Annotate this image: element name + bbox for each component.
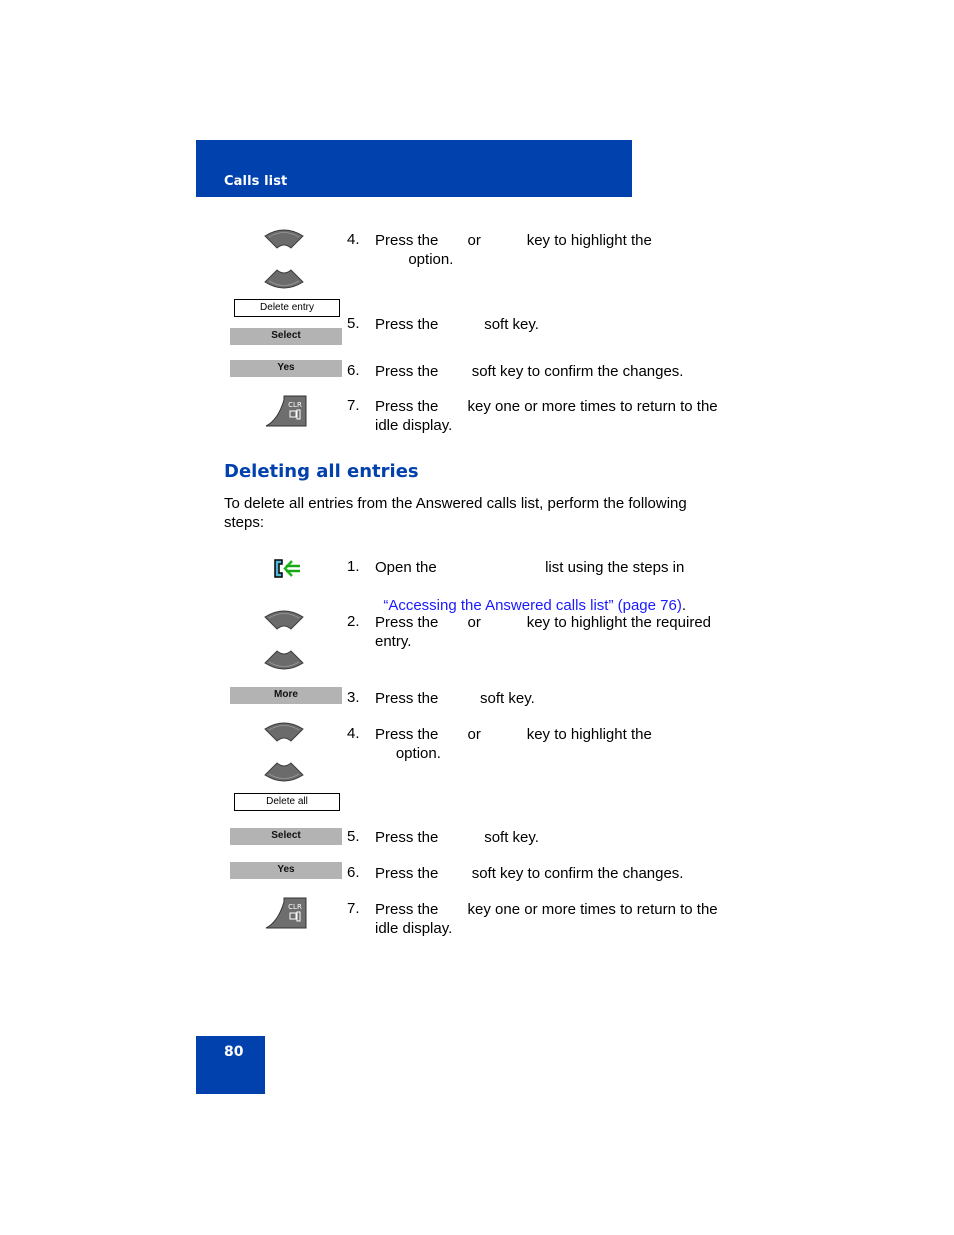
answered-calls-icon [274, 559, 300, 578]
softkey-yes: Yes [230, 862, 342, 879]
clr-key-icon [265, 897, 307, 929]
step-text: Press the soft key to confirm the change… [375, 363, 684, 380]
step-number: 5. [347, 828, 360, 845]
link-accessing-answered-calls[interactable]: “Accessing the Answered calls list” (pag… [383, 597, 681, 614]
step-text: Press the or key to highlight the [375, 232, 652, 249]
step-text: Press the soft key. [375, 316, 539, 333]
page-number-box: 80 [196, 1036, 265, 1094]
nav-down-key-icon [264, 650, 304, 670]
step-number: 6. [347, 362, 360, 379]
softkey-select: Select [230, 328, 342, 345]
nav-up-key-icon [264, 229, 304, 249]
clr-key-icon [265, 395, 307, 427]
step-text: Press the soft key. [375, 829, 539, 846]
nav-down-key-icon [264, 762, 304, 782]
option-delete-all: Delete all [234, 793, 340, 811]
step-number: 2. [347, 613, 360, 630]
softkey-more: More [230, 687, 342, 704]
step-text: Open the list using the steps in [375, 559, 685, 576]
step-text: Press the or key to highlight the requir… [375, 614, 711, 631]
softkey-select: Select [230, 828, 342, 845]
step-text-cont: idle display. [375, 920, 453, 937]
step-text: Press the key one or more times to retur… [375, 398, 718, 415]
step-number: 7. [347, 397, 360, 414]
step-number: 3. [347, 689, 360, 706]
option-delete-entry: Delete entry [234, 299, 340, 317]
nav-down-key-icon [264, 269, 304, 289]
nav-up-key-icon [264, 610, 304, 630]
step-number: 4. [347, 725, 360, 742]
step-text-cont: option. [375, 251, 454, 268]
step-number: 5. [347, 315, 360, 332]
step-number: 1. [347, 558, 360, 575]
section-intro: To delete all entries from the Answered … [224, 495, 687, 531]
step-text-cont: option. [375, 745, 441, 762]
step-text: Press the or key to highlight the [375, 726, 652, 743]
step-number: 4. [347, 231, 360, 248]
step-text: Press the soft key to confirm the change… [375, 865, 684, 882]
link-suffix: . [681, 597, 686, 614]
page-number: 80 [224, 1044, 244, 1060]
softkey-yes: Yes [230, 360, 342, 377]
nav-up-key-icon [264, 722, 304, 742]
step-text: Press the soft key. [375, 690, 535, 707]
step-number: 7. [347, 900, 360, 917]
chapter-header: Calls list [196, 140, 632, 197]
chapter-title: Calls list [224, 174, 288, 189]
step-number: 6. [347, 864, 360, 881]
step-text-cont: idle display. [375, 417, 453, 434]
step-text-cont: entry. [375, 633, 412, 650]
section-title: Deleting all entries [224, 461, 419, 482]
step-text: Press the key one or more times to retur… [375, 901, 718, 918]
